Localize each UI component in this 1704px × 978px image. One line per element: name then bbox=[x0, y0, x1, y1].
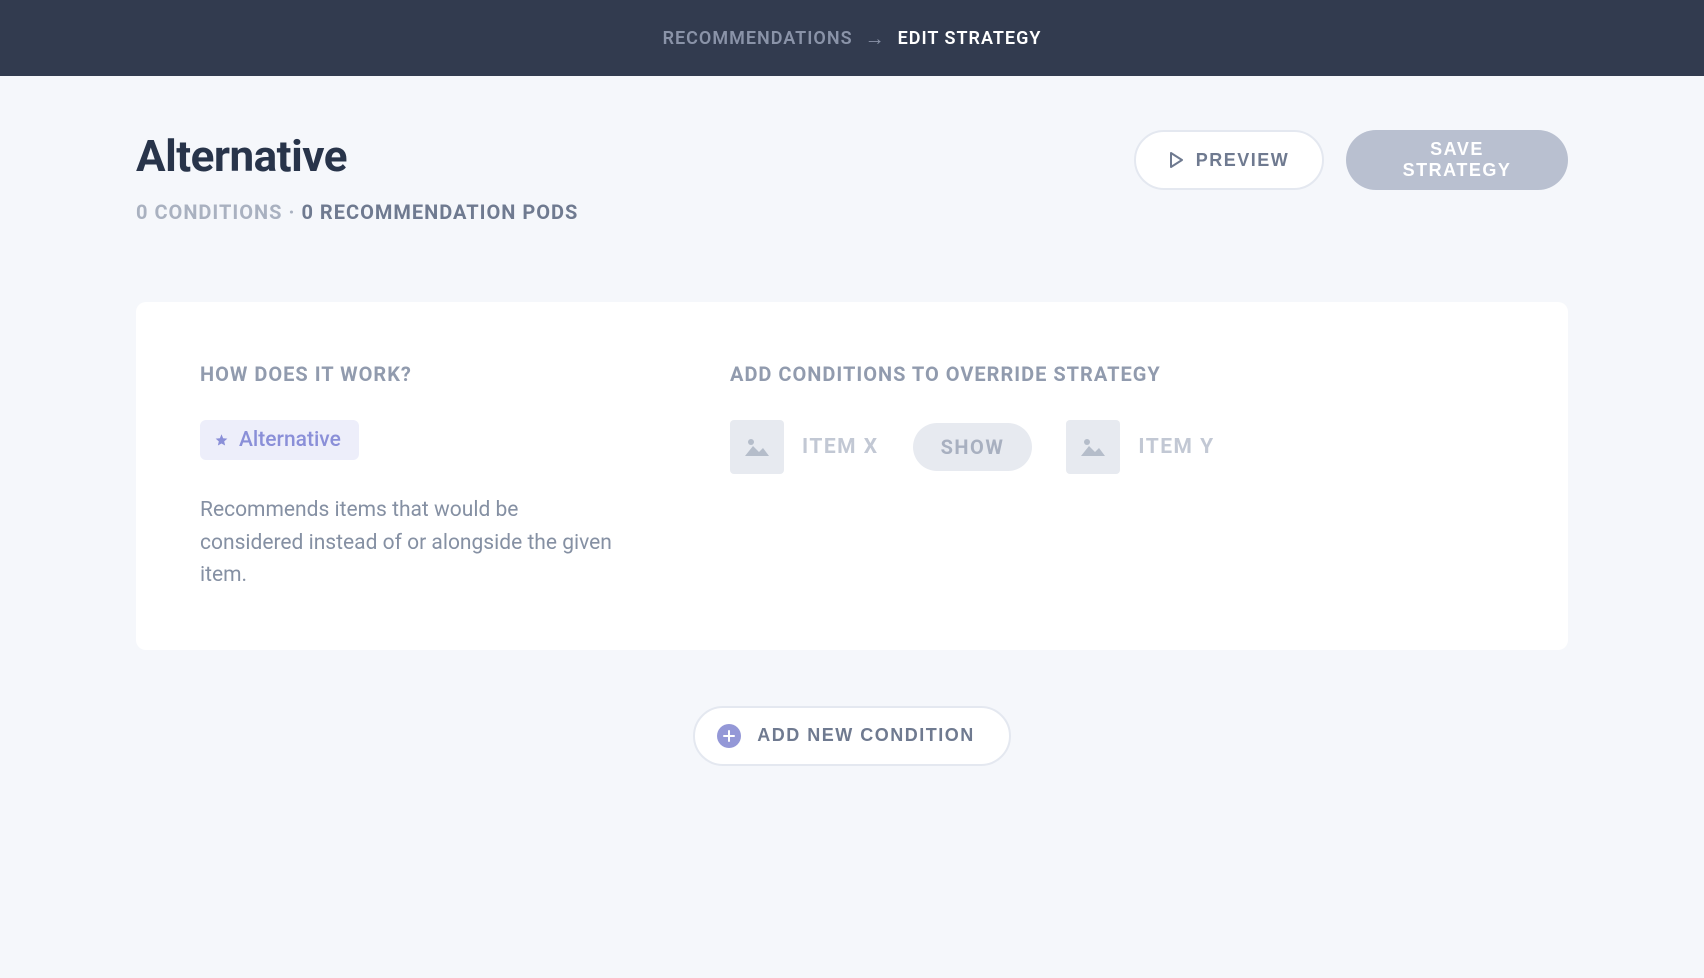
condition-row: Item X Show Item Y bbox=[730, 420, 1504, 474]
add-condition-wrap: Add New Condition bbox=[136, 706, 1568, 766]
how-it-works-section: How does it work? Alternative Recommends… bbox=[200, 362, 660, 592]
how-it-works-heading: How does it work? bbox=[200, 362, 660, 386]
conditions-count: 0 Conditions bbox=[136, 200, 282, 224]
item-y-label: Item Y bbox=[1138, 435, 1214, 459]
show-pill: Show bbox=[913, 423, 1033, 471]
page-title: Alternative bbox=[136, 130, 578, 182]
page-subtitle: 0 Conditions · 0 Recommendation Pods bbox=[136, 200, 578, 224]
strategy-tag: Alternative bbox=[200, 420, 359, 460]
image-placeholder-icon bbox=[730, 420, 784, 474]
play-icon bbox=[1169, 152, 1184, 168]
title-row: Alternative 0 Conditions · 0 Recommendat… bbox=[136, 130, 1568, 224]
add-condition-label: Add New Condition bbox=[757, 725, 975, 746]
pods-count: 0 Recommendation Pods bbox=[301, 200, 578, 224]
preview-label: Preview bbox=[1196, 150, 1290, 171]
star-icon bbox=[214, 433, 229, 448]
condition-item-x: Item X bbox=[730, 420, 879, 474]
conditions-section: Add conditions to override strategy Item… bbox=[730, 362, 1504, 592]
strategy-description: Recommends items that would be considere… bbox=[200, 494, 620, 592]
add-condition-button[interactable]: Add New Condition bbox=[693, 706, 1011, 766]
save-label: Save Strategy bbox=[1382, 139, 1532, 181]
content-wrap: Alternative 0 Conditions · 0 Recommendat… bbox=[0, 76, 1704, 766]
breadcrumb-current: Edit Strategy bbox=[898, 28, 1042, 49]
arrow-right-icon: → bbox=[865, 26, 886, 51]
image-placeholder-icon bbox=[1066, 420, 1120, 474]
conditions-heading: Add conditions to override strategy bbox=[730, 362, 1504, 386]
plus-circle-icon bbox=[717, 724, 741, 748]
strategy-tag-label: Alternative bbox=[239, 428, 341, 452]
info-card: How does it work? Alternative Recommends… bbox=[136, 302, 1568, 650]
preview-button[interactable]: Preview bbox=[1134, 130, 1324, 190]
header-bar: Recommendations → Edit Strategy bbox=[0, 0, 1704, 76]
breadcrumb: Recommendations → Edit Strategy bbox=[663, 26, 1042, 51]
separator: · bbox=[288, 200, 295, 224]
breadcrumb-parent[interactable]: Recommendations bbox=[663, 28, 853, 49]
item-x-label: Item X bbox=[802, 435, 879, 459]
save-strategy-button[interactable]: Save Strategy bbox=[1346, 130, 1568, 190]
condition-item-y: Item Y bbox=[1066, 420, 1214, 474]
action-buttons: Preview Save Strategy bbox=[1134, 130, 1568, 190]
title-block: Alternative 0 Conditions · 0 Recommendat… bbox=[136, 130, 578, 224]
